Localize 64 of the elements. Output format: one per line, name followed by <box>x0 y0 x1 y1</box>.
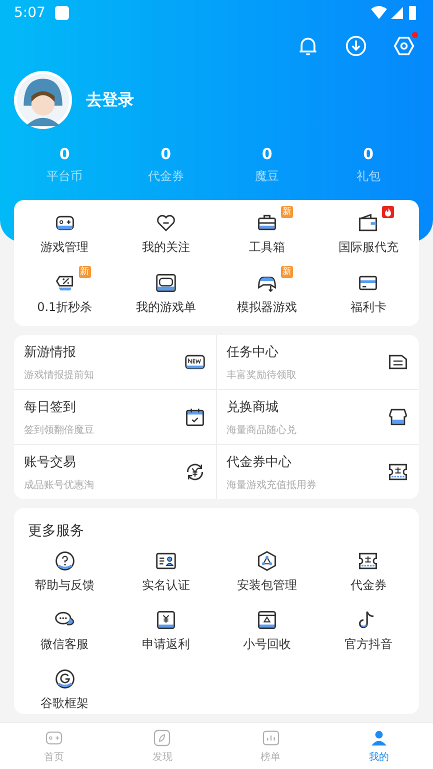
heart-icon <box>154 212 177 234</box>
feature-item[interactable]: 代金券中心 海量游戏充值抵用券 <box>216 445 419 499</box>
service-item[interactable]: 谷歌框架 <box>14 666 116 714</box>
ticket-icon <box>357 550 380 572</box>
stat-value: 0 <box>262 145 272 163</box>
help-icon <box>54 550 76 572</box>
service-item[interactable]: 申请返利 <box>115 607 216 655</box>
service-item[interactable]: 官方抖音 <box>318 607 419 655</box>
feature-title: 代金券中心 <box>226 454 292 470</box>
feature-item[interactable]: 每日签到 签到领翻倍魔豆 <box>14 390 216 445</box>
quick-menu-item[interactable]: 福利卡 <box>318 270 419 318</box>
stat-value: 0 <box>59 145 70 163</box>
settings-icon[interactable] <box>393 35 415 57</box>
service-item[interactable]: 小号回收 <box>216 607 318 655</box>
download-icon[interactable] <box>345 35 367 57</box>
quick-menu-item[interactable]: 国际服代充 <box>318 210 419 258</box>
feature-title: 每日签到 <box>24 398 77 416</box>
rank-icon <box>260 728 281 748</box>
person-icon <box>368 728 389 748</box>
quick-menu-item[interactable]: 我的关注 <box>115 210 216 258</box>
stat-value: 0 <box>363 145 374 163</box>
flame-icon <box>382 206 394 218</box>
feature-title: 任务中心 <box>226 344 280 360</box>
compass-icon <box>152 728 172 748</box>
feature-title: 账号交易 <box>24 454 77 470</box>
quick-menu-item[interactable]: 我的游戏单 <box>115 270 216 318</box>
feature-item[interactable]: 兑换商城 海量商品随心兑 <box>216 390 419 445</box>
avatar[interactable] <box>14 71 72 129</box>
service-item[interactable]: 帮助与反馈 <box>14 548 116 596</box>
rebate-icon <box>154 609 177 631</box>
stat-value: 0 <box>160 145 172 163</box>
feature-title: 新游情报 <box>24 344 77 360</box>
status-time: 5:07 <box>14 5 46 21</box>
ticket-icon <box>387 461 409 483</box>
bell-icon[interactable] <box>297 35 319 57</box>
package-icon <box>256 550 278 572</box>
calendar-icon <box>184 406 206 428</box>
status-icons <box>371 5 419 21</box>
section-title: 更多服务 <box>27 522 85 541</box>
console-icon <box>154 272 177 294</box>
notification-square-icon <box>55 6 70 20</box>
feature-item[interactable]: 新游情报 游戏情报提前知 <box>14 335 216 390</box>
quick-menu-item[interactable]: 游戏管理 <box>14 210 116 258</box>
feature-subtitle: 成品账号优惠淘 <box>24 478 94 492</box>
service-item[interactable]: 代金券 <box>318 548 419 596</box>
feature-subtitle: 海量游戏充值抵用券 <box>226 478 316 492</box>
idcard-icon <box>154 550 177 572</box>
recycle-icon <box>256 609 278 631</box>
feature-subtitle: 签到领翻倍魔豆 <box>24 424 94 436</box>
g-icon <box>54 668 76 690</box>
feature-subtitle: 丰富奖励待领取 <box>226 368 296 382</box>
feature-item[interactable]: 账号交易 成品账号优惠淘 <box>14 445 216 499</box>
shop-icon <box>387 406 409 428</box>
new-badge: 新 <box>78 266 91 278</box>
new-badge: 新 <box>281 266 294 278</box>
feature-item[interactable]: 任务中心 丰富奖励待领取 <box>216 335 419 390</box>
feature-title: 兑换商城 <box>226 398 280 416</box>
service-item[interactable]: 微信客服 <box>14 607 116 655</box>
service-item[interactable]: 安装包管理 <box>216 548 318 596</box>
wallet-icon <box>357 212 380 234</box>
new-badge: 新 <box>281 206 294 218</box>
feature-subtitle: 海量商品随心兑 <box>226 424 296 436</box>
feature-subtitle: 游戏情报提前知 <box>24 368 94 382</box>
service-item[interactable]: 实名认证 <box>115 548 216 596</box>
